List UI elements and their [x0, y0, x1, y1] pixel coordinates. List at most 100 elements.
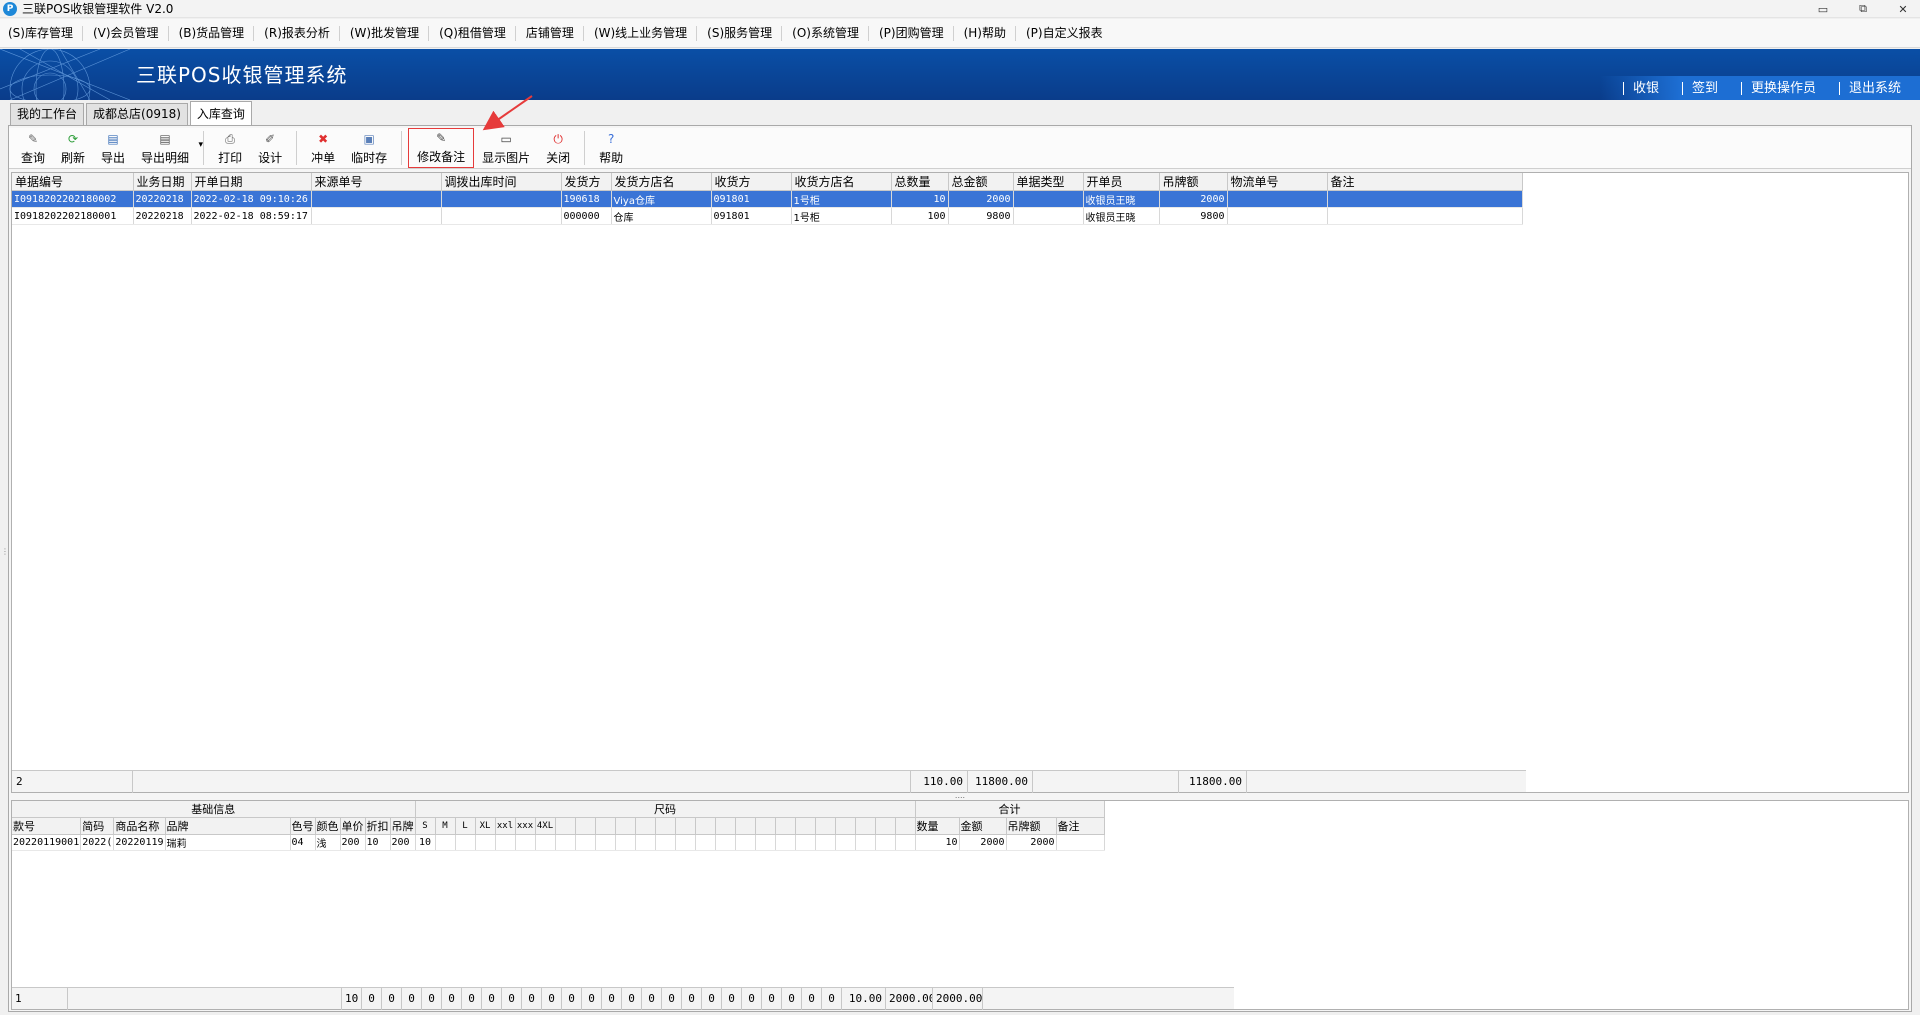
toolbar-button-8[interactable]: ✎ 修改备注 [408, 128, 475, 168]
menu-item-11[interactable]: (H)帮助 [962, 25, 1016, 41]
size-column-header[interactable] [835, 817, 856, 835]
toolbar-button-6[interactable]: ✖ 冲单 [303, 128, 343, 168]
size-column-header[interactable]: XL [475, 817, 496, 835]
tab-2[interactable]: 入库查询 [189, 101, 252, 125]
size-column-header[interactable]: L [455, 817, 476, 835]
size-column-header[interactable]: S [415, 817, 436, 835]
table-row[interactable]: I0918202202180002 20220218 2022-02-18 09:1… [12, 190, 1523, 208]
tab-1[interactable]: 成都总店(0918) [86, 103, 188, 125]
close-window-icon[interactable]: ✕ [1894, 3, 1912, 16]
column-header[interactable]: 单据编号 [12, 173, 134, 191]
column-header[interactable]: 来源单号 [311, 173, 442, 191]
size-column-header[interactable] [715, 817, 736, 835]
side-grip[interactable]: ⋮ [1, 548, 9, 556]
header-link-3[interactable]: 退出系统 [1838, 81, 1910, 95]
header-link-0[interactable]: 收银 [1622, 81, 1668, 95]
column-header[interactable]: 业务日期 [133, 173, 192, 191]
column-header[interactable]: 商品名称 [113, 817, 166, 835]
size-column-header[interactable] [695, 817, 716, 835]
toolbar-button-4[interactable]: ⎙ 打印 [210, 128, 250, 168]
size-column-header[interactable] [875, 817, 896, 835]
size-column-header[interactable] [635, 817, 656, 835]
column-header[interactable]: 物流单号 [1227, 173, 1328, 191]
restore-icon[interactable]: ⧉ [1854, 2, 1872, 16]
toolbar-button-2[interactable]: ▤ 导出 [93, 128, 133, 168]
table-cell [1327, 207, 1523, 225]
column-header[interactable]: 颜色 [315, 817, 341, 835]
column-header[interactable]: 单价 [340, 817, 366, 835]
tab-0[interactable]: 我的工作台 [10, 103, 85, 125]
column-header[interactable]: 发货方店名 [611, 173, 712, 191]
size-column-header[interactable] [855, 817, 876, 835]
size-column-header[interactable]: xxl [495, 817, 516, 835]
size-cell [515, 834, 536, 851]
column-header[interactable]: 吊牌额 [1159, 173, 1228, 191]
table-cell: 10 [891, 190, 949, 208]
menu-item-7[interactable]: (W)线上业务管理 [592, 25, 698, 41]
menu-item-3[interactable]: (R)报表分析 [262, 25, 340, 41]
header-link-1[interactable]: 签到 [1681, 81, 1727, 95]
column-header[interactable]: 发货方 [561, 173, 612, 191]
size-column-header[interactable] [555, 817, 576, 835]
menu-item-4[interactable]: (W)批发管理 [348, 25, 430, 41]
column-header[interactable]: 开单日期 [191, 173, 312, 191]
menu-item-6[interactable]: 店铺管理 [524, 25, 584, 41]
column-header[interactable]: 总数量 [891, 173, 949, 191]
menu-item-1[interactable]: (V)会员管理 [91, 25, 169, 41]
size-column-header[interactable] [775, 817, 796, 835]
column-header[interactable]: 简码 [80, 817, 115, 835]
toolbar-button-10[interactable]: ⏻ 关闭 [538, 128, 578, 168]
header-link-2[interactable]: 更换操作员 [1740, 81, 1825, 95]
size-column-header[interactable] [595, 817, 616, 835]
column-header[interactable]: 吊牌 [390, 817, 416, 835]
menu-item-10[interactable]: (P)团购管理 [877, 25, 954, 41]
menu-item-8[interactable]: (S)服务管理 [705, 25, 783, 41]
table-cell [441, 190, 562, 208]
menu-item-0[interactable]: (S)库存管理 [6, 25, 83, 41]
column-header[interactable]: 色号 [290, 817, 316, 835]
toolbar-button-1[interactable]: ⟳ 刷新 [53, 128, 93, 168]
column-header[interactable]: 款号 [12, 817, 82, 835]
size-column-header[interactable] [735, 817, 756, 835]
column-header[interactable]: 收货方 [711, 173, 792, 191]
size-column-header[interactable] [795, 817, 816, 835]
size-column-header[interactable] [815, 817, 836, 835]
menu-item-9[interactable]: (O)系统管理 [790, 25, 869, 41]
size-column-header[interactable] [615, 817, 636, 835]
toolbar-button-5[interactable]: ✐ 设计 [250, 128, 290, 168]
column-header[interactable]: 折扣 [365, 817, 391, 835]
menu-item-12[interactable]: (P)自定义报表 [1024, 26, 1112, 41]
dropdown-arrow-icon[interactable]: ▾ [199, 140, 204, 150]
menu-item-5[interactable]: (Q)租借管理 [437, 25, 516, 41]
column-header[interactable]: 开单员 [1083, 173, 1160, 191]
size-column-header[interactable] [655, 817, 676, 835]
size-column-header[interactable]: xxx [515, 817, 536, 835]
column-header[interactable]: 总金额 [948, 173, 1014, 191]
toolbar-button-11[interactable]: ? 帮助 [591, 128, 631, 168]
table-row[interactable]: I0918202202180001 20220218 2022-02-18 08:5… [12, 207, 1523, 225]
column-header[interactable]: 备注 [1056, 817, 1105, 835]
column-header[interactable]: 吊牌额 [1006, 817, 1057, 835]
size-column-header[interactable] [675, 817, 696, 835]
size-column-header[interactable]: 4XL [535, 817, 556, 835]
toolbar-separator [401, 131, 403, 165]
table-row[interactable]: 20220119001 2022(20220119 瑞莉 04 浅 200 10 200 10 1… [12, 834, 1105, 851]
menu-item-2[interactable]: (B)货品管理 [177, 25, 255, 41]
size-column-header[interactable] [895, 817, 916, 835]
column-header[interactable]: 金额 [959, 817, 1007, 835]
toolbar-button-3[interactable]: ▤ 导出明细 ▾ [133, 128, 203, 168]
column-header[interactable]: 收货方店名 [791, 173, 892, 191]
column-header[interactable]: 调拨出库时间 [441, 173, 562, 191]
toolbar-button-7[interactable]: ▣ 临时存 [343, 128, 395, 168]
size-column-header[interactable] [575, 817, 596, 835]
size-cell [535, 834, 556, 851]
column-header[interactable]: 数量 [915, 817, 960, 835]
toolbar-button-9[interactable]: ▭ 显示图片 [474, 128, 538, 168]
column-header[interactable]: 品牌 [165, 817, 291, 835]
toolbar-button-0[interactable]: ✎ 查询 [13, 128, 53, 168]
minimize-icon[interactable]: ▭ [1814, 3, 1832, 16]
column-header[interactable]: 单据类型 [1013, 173, 1084, 191]
size-column-header[interactable] [755, 817, 776, 835]
size-column-header[interactable]: M [435, 817, 456, 835]
column-header[interactable]: 备注 [1327, 173, 1523, 191]
